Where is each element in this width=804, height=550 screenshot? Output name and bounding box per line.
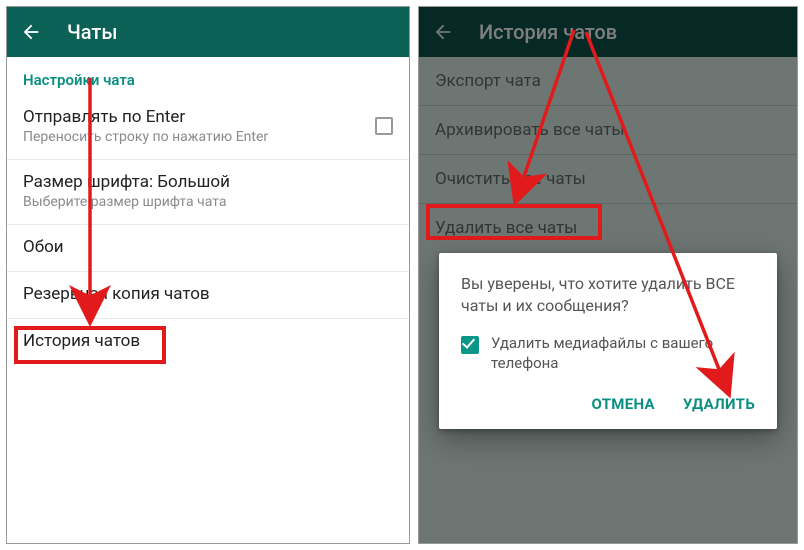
section-label-settings: Настройки чата [7,57,409,95]
row-font-size-subtitle: Выберите размер шрифта чата [23,194,393,210]
delete-confirm-dialog: Вы уверены, что хотите удалить ВСЕ чаты … [439,253,777,429]
row-backup[interactable]: Резервная копия чатов [7,272,409,319]
left-header: Чаты [7,7,409,57]
right-screen: История чатов Экспорт чата Архивировать … [418,6,798,544]
row-send-enter-title: Отправлять по Enter [23,107,268,127]
back-arrow-icon[interactable] [19,20,43,44]
dialog-message: Вы уверены, что хотите удалить ВСЕ чаты … [461,273,755,316]
row-archive-all[interactable]: Архивировать все чаты [419,106,797,155]
dialog-option-delete-media[interactable]: Удалить медиафайлы с вашего телефона [461,334,755,373]
row-clear-all-title: Очистить все чаты [435,169,586,189]
checkbox-checked-icon[interactable] [461,336,479,354]
row-delete-all[interactable]: Удалить все чаты [419,204,797,252]
back-arrow-icon[interactable] [431,20,455,44]
left-screen: Чаты Настройки чата Отправлять по Enter … [6,6,410,544]
dialog-actions: ОТМЕНА УДАЛИТЬ [461,395,755,419]
row-chat-history-title: История чатов [23,331,393,351]
right-header: История чатов [419,7,797,57]
row-archive-all-title: Архивировать все чаты [435,120,625,140]
row-export-chat-title: Экспорт чата [435,71,541,91]
row-wallpaper[interactable]: Обои [7,225,409,272]
checkbox-send-enter[interactable] [375,117,393,135]
row-export-chat[interactable]: Экспорт чата [419,57,797,106]
row-send-enter[interactable]: Отправлять по Enter Переносить строку по… [7,95,409,160]
dialog-option-label: Удалить медиафайлы с вашего телефона [491,334,755,373]
right-header-title: История чатов [479,20,617,44]
row-clear-all[interactable]: Очистить все чаты [419,155,797,204]
left-header-title: Чаты [67,20,117,44]
row-delete-all-title: Удалить все чаты [435,218,577,238]
row-chat-history[interactable]: История чатов [7,319,409,365]
row-backup-title: Резервная копия чатов [23,284,393,304]
row-wallpaper-title: Обои [23,237,393,257]
row-font-size[interactable]: Размер шрифта: Большой Выберите размер ш… [7,160,409,225]
row-send-enter-subtitle: Переносить строку по нажатию Enter [23,129,268,145]
dialog-confirm-button[interactable]: УДАЛИТЬ [683,395,755,413]
row-font-size-title: Размер шрифта: Большой [23,172,393,192]
dialog-cancel-button[interactable]: ОТМЕНА [592,395,655,413]
